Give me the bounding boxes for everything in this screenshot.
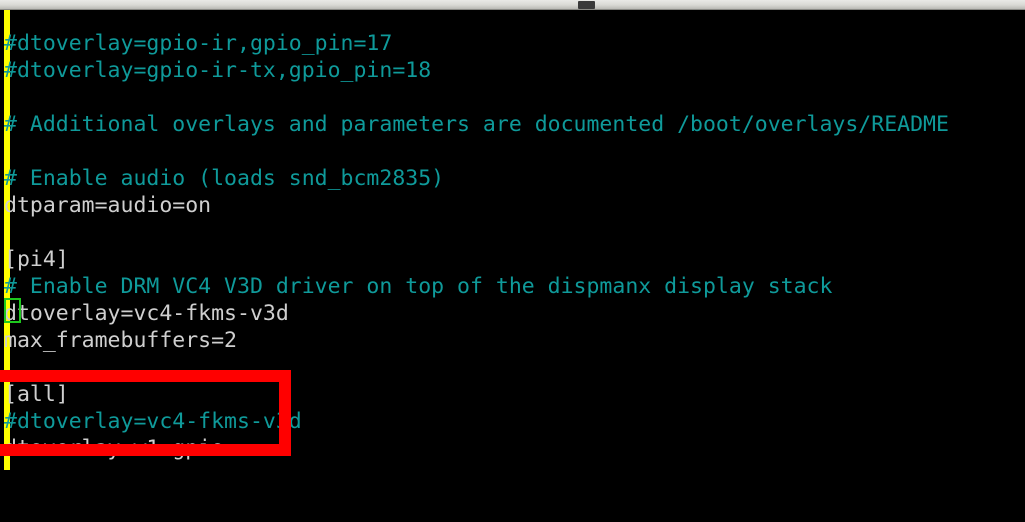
terminal-window[interactable]: #dtoverlay=gpio-ir,gpio_pin=17 #dtoverlay… [0,10,1025,522]
code-line: [pi4] [4,247,69,272]
code-line: dtoverlay=w1-gpio [4,436,225,461]
code-line: dtparam=audio=on [4,193,212,218]
code-line: #dtoverlay=gpio-ir-tx,gpio_pin=18 [4,58,432,83]
code-line: #dtoverlay=vc4-fkms-v3d [4,409,302,434]
code-line: #dtoverlay=gpio-ir,gpio_pin=17 [4,31,393,56]
code-line: max_framebuffers=2 [4,328,237,353]
code-line: dtoverlay=vc4-fkms-v3d [4,301,289,326]
window-toolbar[interactable] [0,0,1025,10]
code-line: # Enable DRM VC4 V3D driver on top of th… [4,274,833,299]
config-file-text[interactable]: #dtoverlay=gpio-ir,gpio_pin=17 #dtoverlay… [0,30,1025,462]
code-line: # Additional overlays and parameters are… [4,112,949,137]
code-line: # Enable audio (loads snd_bcm2835) [4,166,445,191]
toolbar-handle-icon[interactable] [578,1,595,9]
code-line: [all] [4,382,69,407]
screen: #dtoverlay=gpio-ir,gpio_pin=17 #dtoverlay… [0,0,1025,522]
